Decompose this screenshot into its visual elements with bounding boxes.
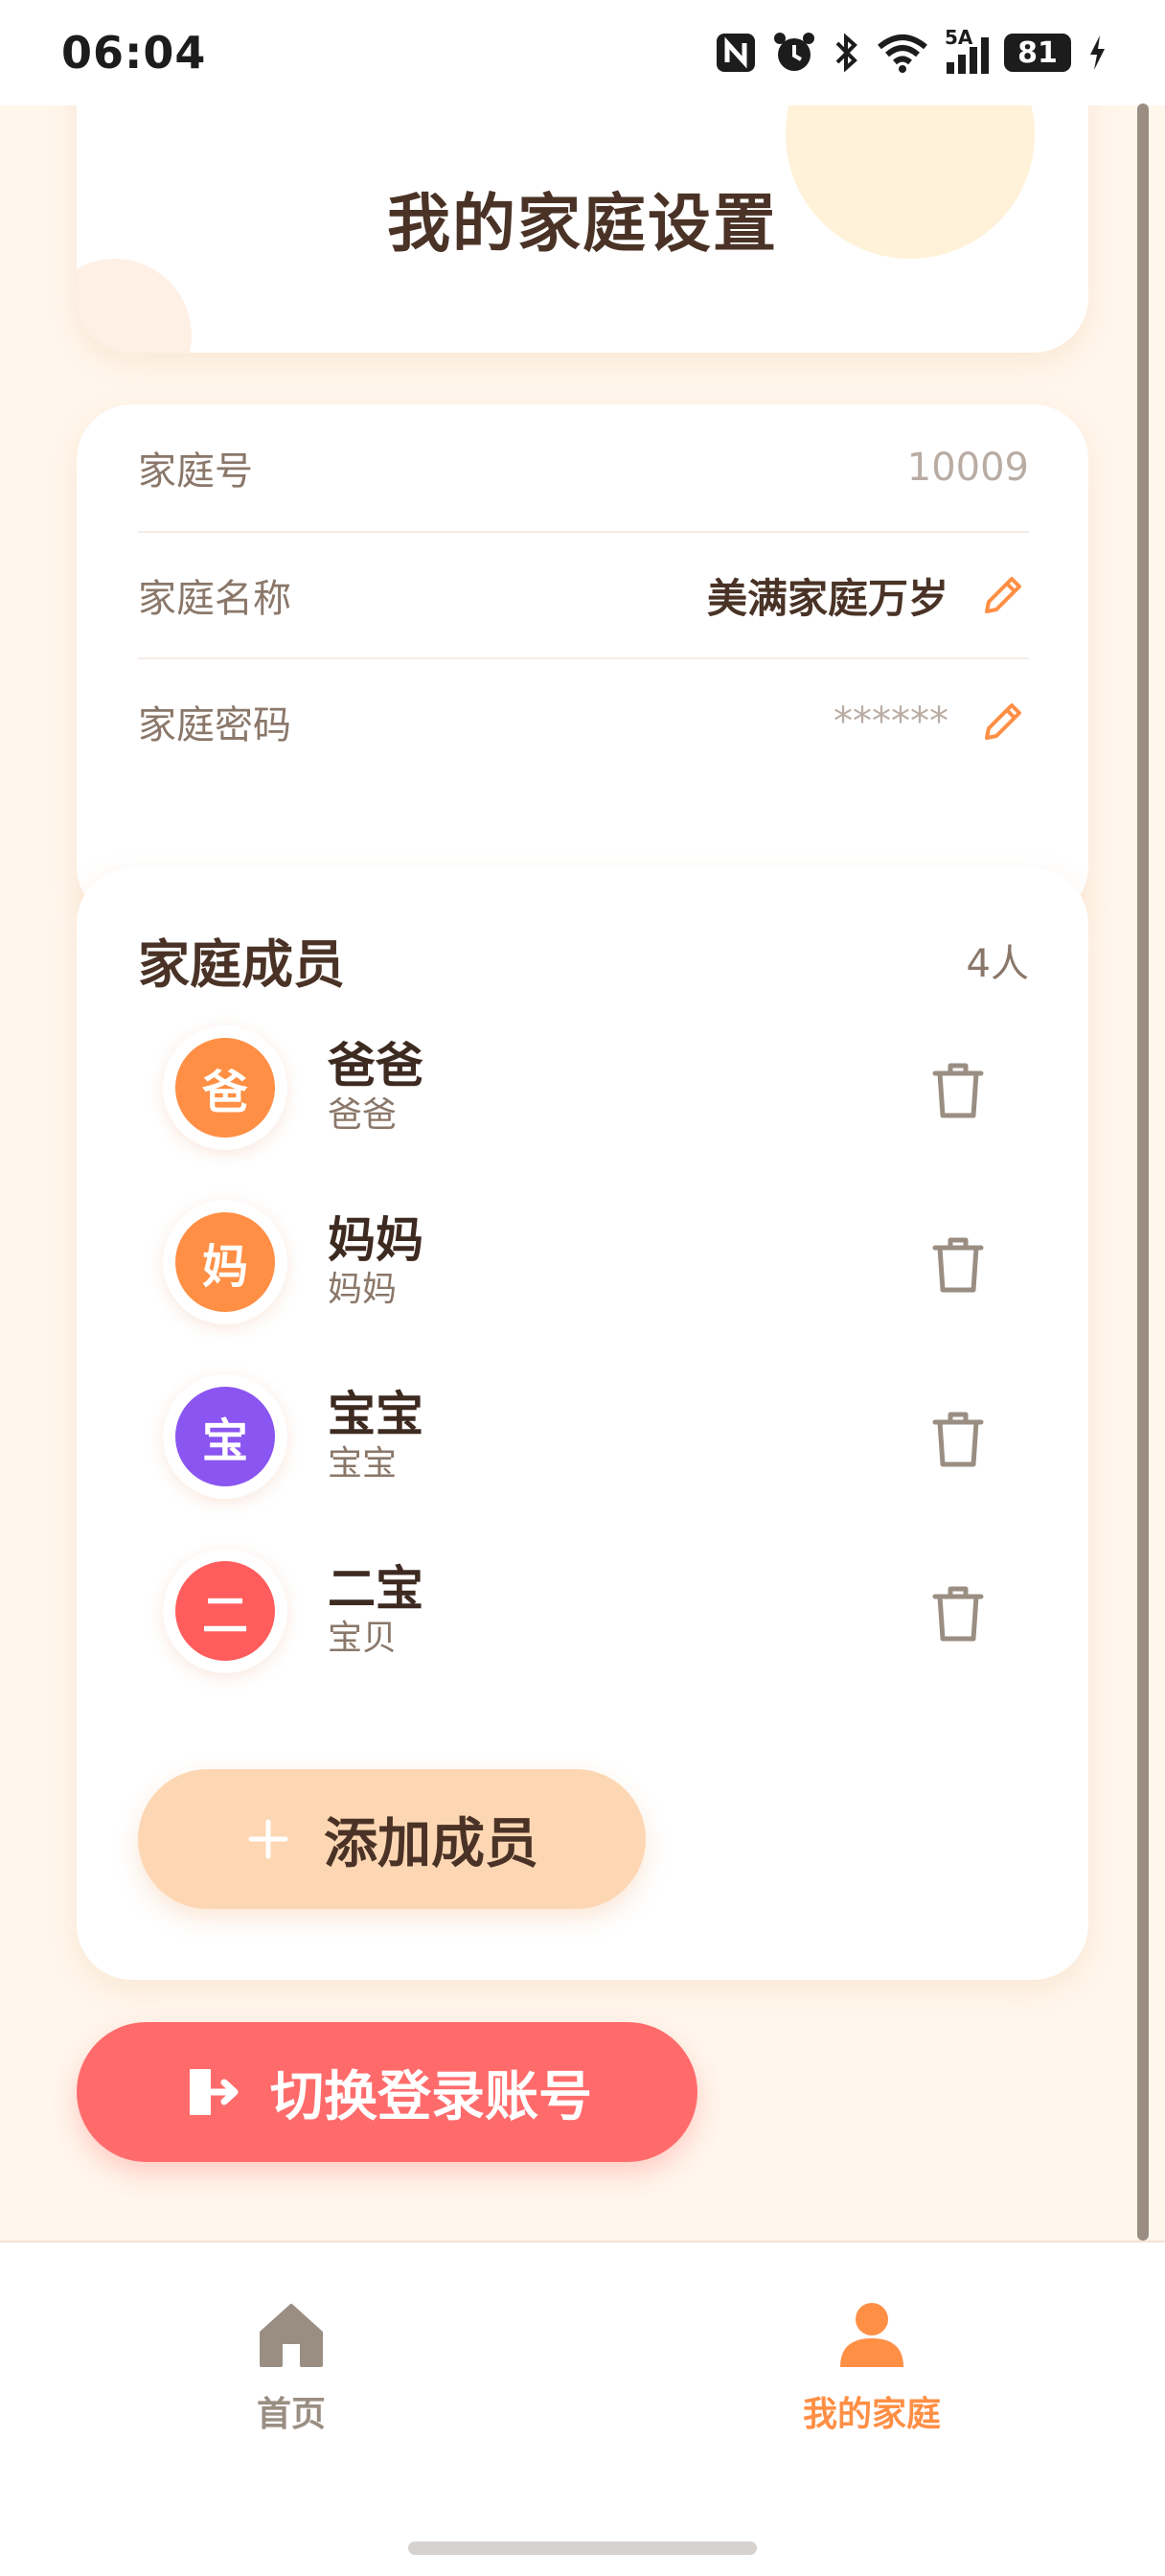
family-name-right: 美满家庭万岁 bbox=[707, 566, 1029, 625]
alarm-icon bbox=[774, 33, 814, 71]
plus-icon bbox=[248, 1819, 288, 1859]
decoration-circle bbox=[77, 259, 192, 353]
family-name-label: 家庭名称 bbox=[138, 577, 291, 621]
status-time: 06:04 bbox=[61, 27, 207, 79]
family-password-label: 家庭密码 bbox=[138, 703, 291, 748]
nav-item-family[interactable]: 我的家庭 bbox=[757, 2300, 987, 2453]
trash-icon[interactable] bbox=[929, 1060, 987, 1121]
member-name: 宝宝 bbox=[328, 1387, 423, 1442]
charging-icon bbox=[1090, 35, 1105, 70]
edit-password-icon[interactable] bbox=[977, 696, 1029, 748]
member-name: 妈妈 bbox=[328, 1212, 423, 1268]
trash-icon[interactable] bbox=[929, 1409, 987, 1470]
page-title: 我的家庭设置 bbox=[387, 187, 778, 261]
switch-account-label: 切换登录账号 bbox=[270, 2065, 592, 2128]
member-item[interactable]: 爸 爸爸 爸爸 bbox=[163, 1016, 987, 1160]
switch-account-button[interactable]: 切换登录账号 bbox=[77, 2022, 697, 2162]
screen: 06:04 5A 81 我的家庭设置 家庭号 10009 家庭名称 美满家庭万岁… bbox=[0, 0, 1165, 2576]
trash-icon[interactable] bbox=[929, 1583, 987, 1644]
network-type: 5A bbox=[945, 26, 973, 49]
avatar-circle: 宝 bbox=[175, 1387, 275, 1486]
logout-icon bbox=[190, 2069, 239, 2115]
members-title: 家庭成员 bbox=[138, 934, 345, 995]
avatar: 二 bbox=[163, 1549, 287, 1673]
member-text: 爸爸 爸爸 bbox=[328, 1038, 423, 1138]
trash-icon[interactable] bbox=[929, 1234, 987, 1296]
family-info-card: 家庭号 10009 家庭名称 美满家庭万岁 家庭密码 ****** bbox=[77, 404, 1088, 922]
add-member-label: 添加成员 bbox=[324, 1812, 538, 1875]
avatar-circle: 爸 bbox=[175, 1038, 275, 1138]
members-count: 4人 bbox=[966, 941, 1029, 986]
member-role: 宝贝 bbox=[328, 1619, 398, 1658]
scroll-area[interactable]: 我的家庭设置 家庭号 10009 家庭名称 美满家庭万岁 家庭密码 ******… bbox=[0, 105, 1165, 2241]
bluetooth-icon bbox=[835, 33, 857, 73]
member-text: 二宝 宝贝 bbox=[328, 1561, 423, 1661]
family-id-value: 10009 bbox=[906, 446, 1029, 490]
avatar: 宝 bbox=[163, 1374, 287, 1499]
member-role: 爸爸 bbox=[328, 1095, 398, 1135]
avatar: 爸 bbox=[163, 1025, 287, 1150]
bottom-nav: 首页 我的家庭 bbox=[0, 2241, 1165, 2576]
member-item[interactable]: 宝 宝宝 宝宝 bbox=[163, 1365, 987, 1508]
battery-icon: 81 bbox=[1004, 34, 1071, 72]
family-id-label: 家庭号 bbox=[138, 449, 253, 494]
add-member-button[interactable]: 添加成员 bbox=[138, 1769, 646, 1909]
wifi-icon bbox=[878, 34, 927, 73]
family-name-value: 美满家庭万岁 bbox=[706, 574, 948, 622]
member-item[interactable]: 妈 妈妈 妈妈 bbox=[163, 1190, 987, 1334]
avatar-circle: 二 bbox=[175, 1561, 275, 1661]
avatar-circle: 妈 bbox=[175, 1212, 275, 1312]
family-name-row: 家庭名称 美满家庭万岁 bbox=[138, 531, 1029, 657]
family-password-row: 家庭密码 ****** bbox=[138, 657, 1029, 784]
edit-name-icon[interactable] bbox=[977, 569, 1029, 621]
members-card: 家庭成员 4人 爸 爸爸 爸爸 妈 妈妈 妈妈 宝 宝宝 宝宝 二 二宝 宝贝 … bbox=[77, 868, 1088, 1980]
nav-label-family: 我的家庭 bbox=[802, 2395, 941, 2434]
nav-label-home: 首页 bbox=[256, 2395, 326, 2434]
battery-level: 81 bbox=[1017, 35, 1058, 70]
family-password-right: ****** bbox=[834, 696, 1029, 748]
member-text: 宝宝 宝宝 bbox=[328, 1387, 423, 1486]
signal-icon: 5A bbox=[945, 26, 989, 74]
home-icon bbox=[260, 2304, 323, 2367]
user-icon bbox=[840, 2303, 903, 2367]
nav-item-home[interactable]: 首页 bbox=[176, 2300, 406, 2453]
member-item[interactable]: 二 二宝 宝贝 bbox=[163, 1539, 987, 1683]
header-card: 我的家庭设置 bbox=[77, 105, 1088, 353]
member-name: 二宝 bbox=[328, 1561, 423, 1617]
member-name: 爸爸 bbox=[328, 1038, 423, 1093]
family-password-value: ****** bbox=[834, 700, 948, 744]
family-id-row: 家庭号 10009 bbox=[138, 404, 1029, 531]
avatar: 妈 bbox=[163, 1200, 287, 1324]
members-header: 家庭成员 4人 bbox=[138, 922, 1029, 998]
member-role: 妈妈 bbox=[328, 1270, 398, 1309]
status-bar: 06:04 5A 81 bbox=[0, 0, 1165, 105]
nfc-icon bbox=[717, 34, 755, 72]
member-text: 妈妈 妈妈 bbox=[328, 1212, 423, 1312]
member-role: 宝宝 bbox=[328, 1444, 398, 1484]
home-indicator[interactable] bbox=[408, 2542, 757, 2555]
status-icons: 5A 81 bbox=[715, 26, 1108, 75]
